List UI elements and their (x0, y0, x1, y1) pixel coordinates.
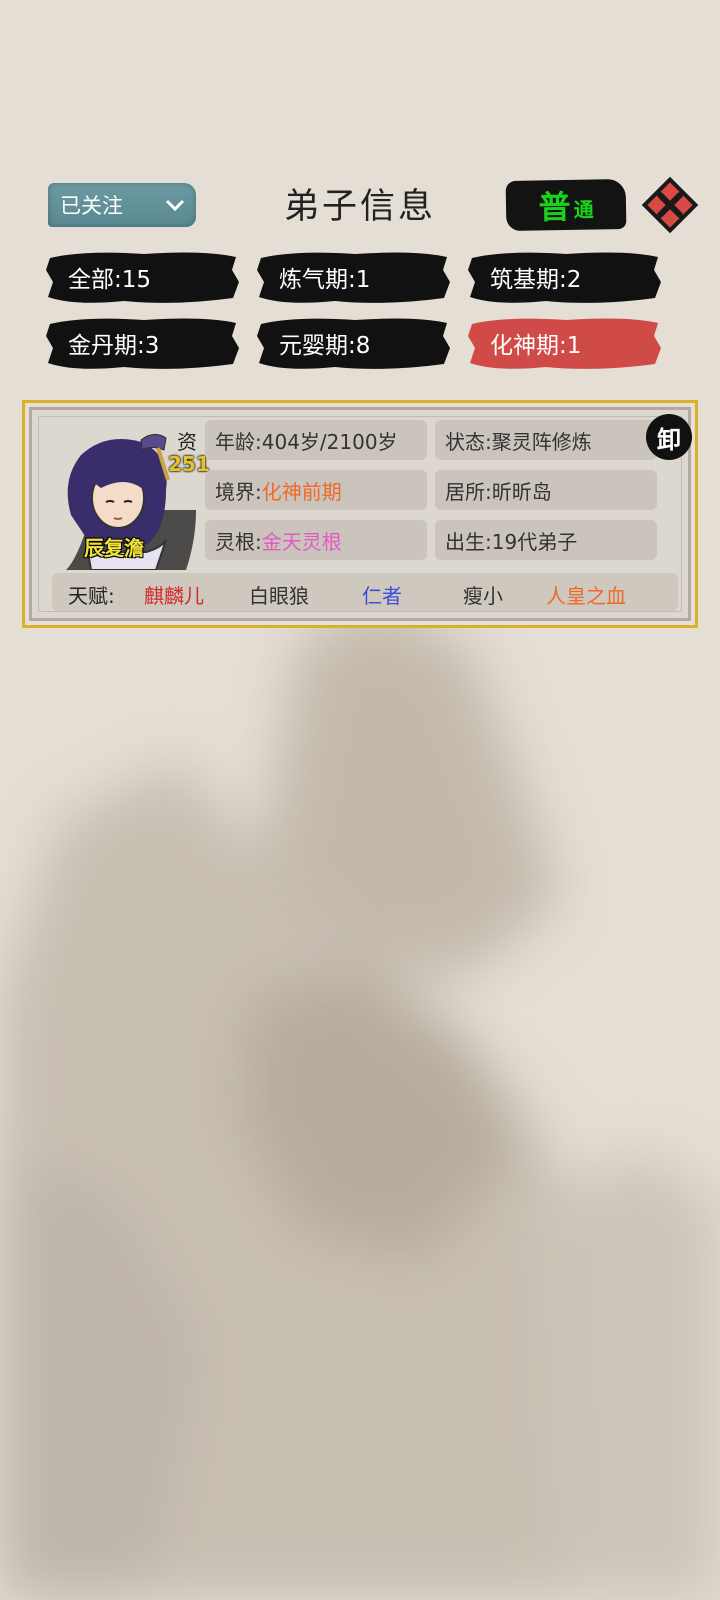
mode-toggle-button[interactable]: 普 通 (505, 178, 627, 232)
resign-button[interactable]: 卸 (646, 414, 692, 460)
close-icon[interactable] (640, 175, 700, 235)
residence-label: 居所: (445, 479, 492, 504)
mode-label-big: 普 (538, 187, 571, 227)
birth-field: 出生: 19代弟子 (435, 520, 657, 560)
age-value: 404岁/2100岁 (261, 429, 398, 454)
residence-value: 昕昕岛 (491, 479, 552, 504)
aptitude-label: 资 (177, 430, 197, 454)
age-label: 年龄: (215, 429, 262, 454)
disciple-card[interactable]: 资 251 辰复澹 年龄: 404岁/2100岁 状态: 聚灵阵修炼 境界: 化… (22, 400, 698, 628)
age-field: 年龄: 404岁/2100岁 (205, 420, 427, 460)
talents-row: 天赋: 麒麟儿 白眼狼 仁者 瘦小 人皇之血 (52, 573, 678, 611)
filter-tab[interactable]: 化神期:1 (466, 314, 662, 372)
realm-value: 化神前期 (261, 479, 342, 504)
ink-mountain-background (0, 0, 720, 1600)
filter-tab-label: 筑基期:2 (490, 267, 582, 293)
mode-label-small: 通 (573, 197, 594, 222)
birth-value: 19代弟子 (491, 529, 578, 554)
disciple-card-frame: 资 251 辰复澹 年龄: 404岁/2100岁 状态: 聚灵阵修炼 境界: 化… (29, 407, 692, 621)
filter-tab-label: 元婴期:8 (279, 333, 371, 359)
talent-item[interactable]: 麒麟儿 (144, 580, 204, 609)
spirit-root-field: 灵根: 金天灵根 (205, 520, 427, 560)
aptitude-value: 251 (168, 452, 210, 476)
filter-tab-label: 金丹期:3 (68, 333, 160, 359)
talents-label: 天赋: (68, 584, 115, 608)
filter-tab-label: 化神期:1 (490, 333, 582, 359)
filter-tab[interactable]: 筑基期:2 (466, 248, 662, 306)
talent-item[interactable]: 白眼狼 (249, 580, 309, 609)
filter-tab[interactable]: 金丹期:3 (44, 314, 240, 372)
talent-item[interactable]: 仁者 (362, 580, 402, 609)
status-value: 聚灵阵修炼 (491, 429, 592, 454)
residence-field: 居所: 昕昕岛 (435, 470, 657, 510)
spirit-root-label: 灵根: (215, 529, 262, 554)
spirit-root-value: 金天灵根 (261, 529, 342, 554)
birth-label: 出生: (445, 529, 492, 554)
filter-tab-label: 炼气期:1 (279, 267, 371, 293)
disciple-name: 辰复澹 (84, 536, 144, 560)
filter-tab[interactable]: 炼气期:1 (255, 248, 451, 306)
status-label: 状态: (445, 429, 492, 454)
realm-field: 境界: 化神前期 (205, 470, 427, 510)
talent-item[interactable]: 瘦小 (463, 580, 503, 609)
talent-item[interactable]: 人皇之血 (546, 580, 626, 609)
filter-tab[interactable]: 全部:15 (44, 248, 240, 306)
realm-label: 境界: (215, 479, 262, 504)
filter-tab-label: 全部:15 (68, 267, 152, 293)
status-field: 状态: 聚灵阵修炼 (435, 420, 657, 460)
filter-tab[interactable]: 元婴期:8 (255, 314, 451, 372)
